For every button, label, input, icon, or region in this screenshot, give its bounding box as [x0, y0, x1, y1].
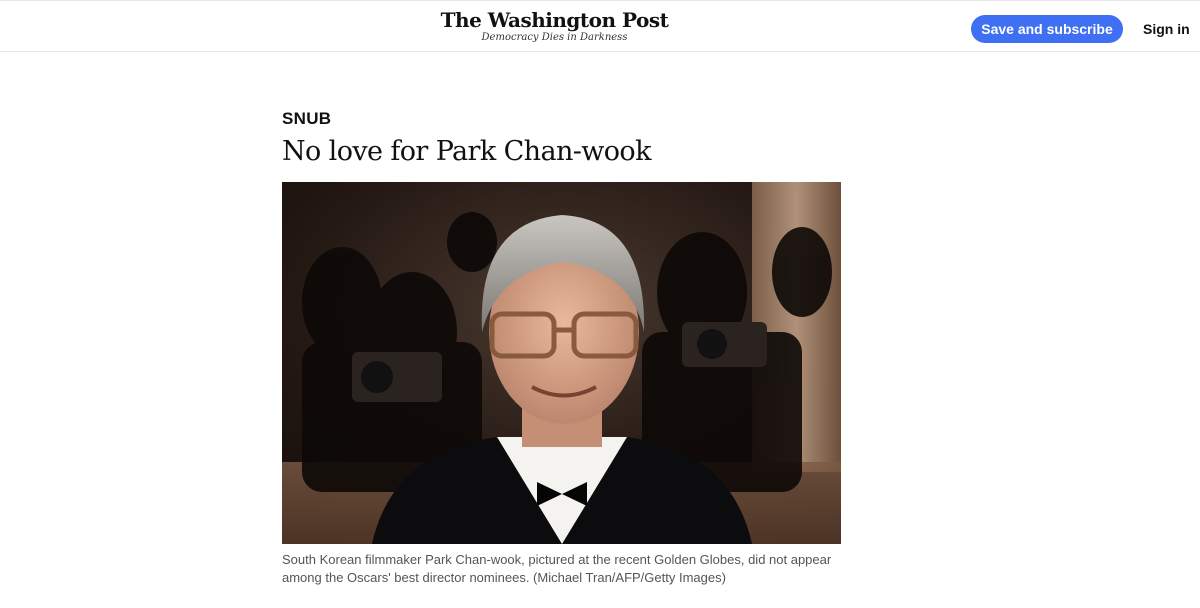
tagline: Democracy Dies in Darkness — [481, 32, 628, 43]
sign-in-link[interactable]: Sign in — [1143, 21, 1190, 37]
save-and-subscribe-button[interactable]: Save and subscribe — [971, 15, 1123, 43]
masthead[interactable]: The Washington Post Democracy Dies in Da… — [0, 9, 1109, 44]
article-kicker: SNUB — [282, 109, 332, 128]
top-navigation-bar: The Washington Post Democracy Dies in Da… — [0, 0, 1200, 52]
article-photo — [282, 182, 841, 544]
photo-caption: South Korean filmmaker Park Chan-wook, p… — [282, 552, 832, 585]
logo[interactable]: The Washington Post — [0, 9, 1109, 31]
article-headline: No love for Park Chan-wook — [282, 136, 651, 167]
